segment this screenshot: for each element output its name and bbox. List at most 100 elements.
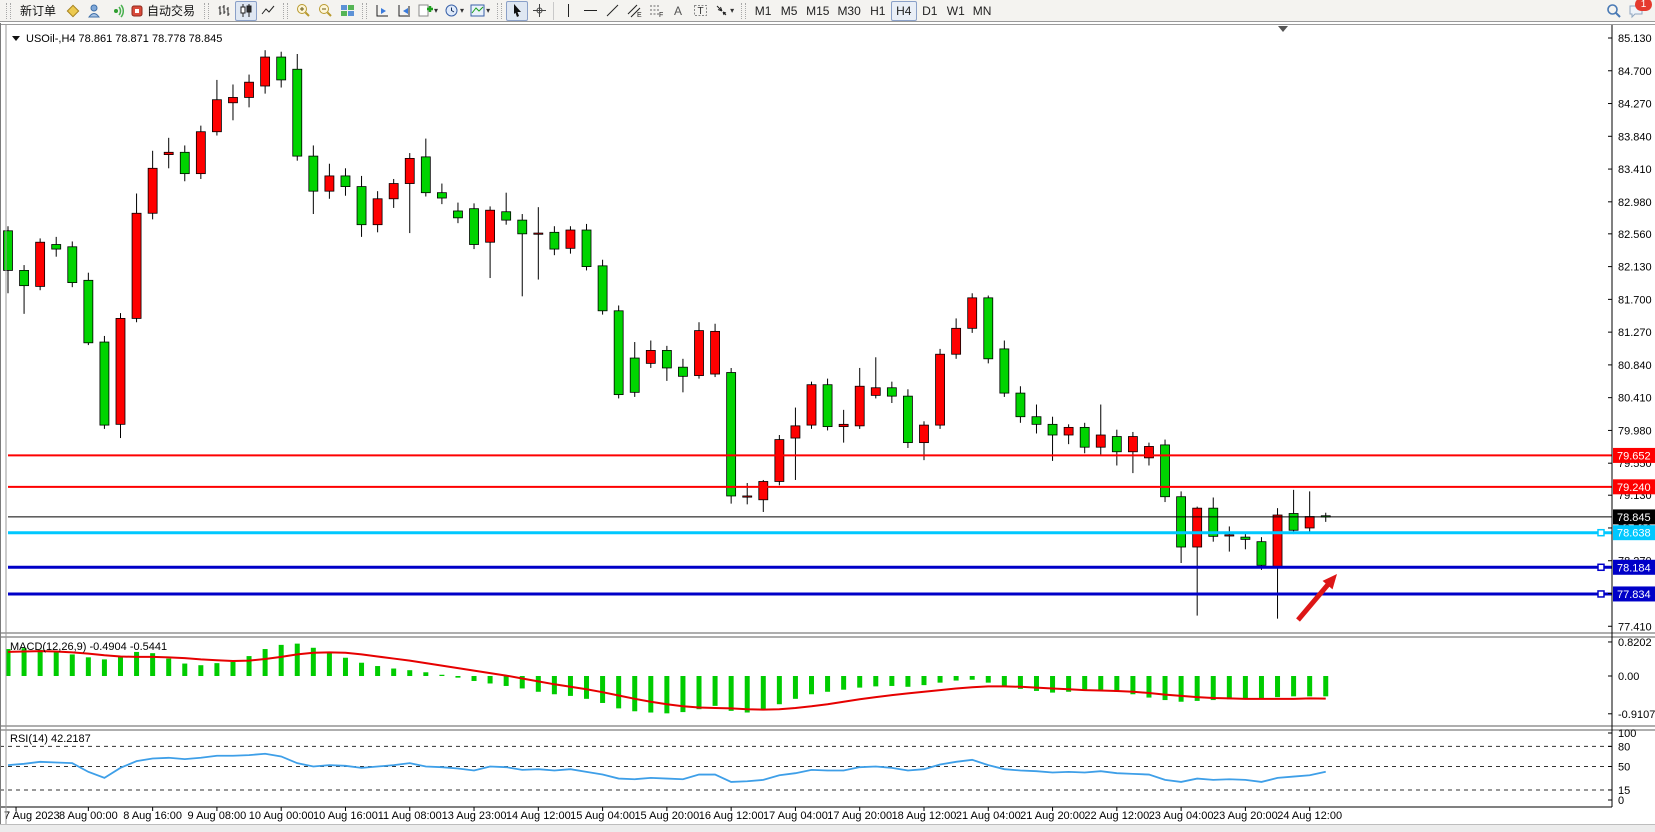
vertical-line-icon: [561, 3, 576, 18]
date-tick-label: 15 Aug 04:00: [570, 810, 635, 822]
price-tag-78.184: 78.184: [1613, 560, 1655, 575]
toolbar-grip[interactable]: [741, 3, 746, 19]
arrows-tool-button[interactable]: ▾: [711, 1, 737, 21]
new-order-button[interactable]: 新订单: [15, 1, 61, 21]
toolbar-grip[interactable]: [497, 3, 502, 19]
chart-area[interactable]: 85.13084.70084.27083.84083.41082.98082.5…: [0, 0, 1655, 832]
macd-bar: [279, 645, 284, 676]
search-button[interactable]: [1603, 1, 1625, 21]
candle: [775, 435, 784, 485]
timeframe-m30[interactable]: M30: [833, 1, 864, 21]
candle: [727, 368, 736, 504]
macd-bar: [921, 676, 926, 685]
autotrading-button[interactable]: 自动交易: [127, 1, 200, 21]
search-icon: [1606, 3, 1622, 19]
macd-bar: [504, 676, 509, 686]
macd-bar: [1211, 676, 1216, 700]
svg-text:81.700: 81.700: [1618, 294, 1652, 306]
zoom-in-icon: [296, 3, 311, 18]
crosshair-tool-button[interactable]: [528, 1, 550, 21]
zoom-in-button[interactable]: [292, 1, 314, 21]
candle: [470, 203, 479, 249]
date-axis[interactable]: 7 Aug 20238 Aug 00:008 Aug 16:009 Aug 08…: [4, 807, 1342, 822]
candle: [116, 313, 125, 438]
periods-button[interactable]: ▾: [441, 1, 467, 21]
svg-text:83.840: 83.840: [1618, 131, 1652, 143]
fibonacci-tool-button[interactable]: F: [645, 1, 667, 21]
macd-bar: [343, 658, 348, 676]
bar-chart-button[interactable]: [213, 1, 235, 21]
add-indicator-icon: [418, 3, 433, 18]
line-chart-button[interactable]: [257, 1, 279, 21]
toolbar-grip[interactable]: [204, 3, 209, 19]
timeframe-m15[interactable]: M15: [802, 1, 833, 21]
macd-bar: [247, 656, 252, 676]
autotrading-label: 自动交易: [145, 2, 197, 19]
terminal-window: 新订单 自动交易: [0, 0, 1655, 832]
svg-text:78.184: 78.184: [1617, 562, 1651, 574]
macd-bar: [455, 676, 460, 678]
macd-bar: [488, 676, 493, 683]
hline-handle[interactable]: [1598, 530, 1604, 536]
symbol-info: USOil-,H4 78.861 78.871 78.778 78.845: [12, 33, 222, 45]
price-tag-77.834: 77.834: [1613, 586, 1655, 601]
toolbar-grip[interactable]: [362, 3, 367, 19]
templates-button[interactable]: ▾: [467, 1, 493, 21]
tile-windows-button[interactable]: [336, 1, 358, 21]
macd-bar: [841, 676, 846, 690]
price-tag-79.652: 79.652: [1613, 448, 1655, 463]
hline-handle[interactable]: [1598, 564, 1604, 570]
macd-bar: [664, 676, 669, 713]
chat-button[interactable]: 1: [1625, 1, 1647, 21]
macd-bar: [648, 676, 653, 713]
macd-bar: [1146, 676, 1151, 698]
hline-handle[interactable]: [1598, 591, 1604, 597]
candlestick-chart-button[interactable]: [235, 1, 257, 21]
candle: [823, 379, 832, 431]
trendline-tool-button[interactable]: [601, 1, 623, 21]
toolbar-grip[interactable]: [283, 3, 288, 19]
macd-bar: [536, 676, 541, 692]
arrows-shapes-icon: [714, 3, 729, 18]
cursor-tool-button[interactable]: [506, 1, 528, 21]
svg-text:80.410: 80.410: [1618, 393, 1652, 405]
timeframe-h4[interactable]: H4: [891, 1, 917, 21]
terminal-button[interactable]: [83, 1, 105, 21]
date-tick-label: 16 Aug 12:00: [699, 810, 764, 822]
toolbar-grip[interactable]: [6, 3, 11, 19]
clock-icon: [444, 3, 459, 18]
auto-scroll-button[interactable]: [371, 1, 393, 21]
macd-bar: [1323, 676, 1328, 696]
candlestick-icon: [239, 3, 254, 18]
text-tool-button[interactable]: A: [667, 1, 689, 21]
macd-bar: [1050, 676, 1055, 693]
mql-market-button[interactable]: [61, 1, 83, 21]
candle: [984, 296, 993, 364]
zoom-out-icon: [318, 3, 333, 18]
timeframe-h1[interactable]: H1: [865, 1, 891, 21]
indicators-button[interactable]: ▾: [415, 1, 441, 21]
signals-button[interactable]: [105, 1, 127, 21]
dropdown-caret-icon: ▾: [730, 6, 734, 15]
vertical-line-tool-button[interactable]: [557, 1, 579, 21]
chart-shift-button[interactable]: [393, 1, 415, 21]
window-bottom-edge[interactable]: [0, 824, 1655, 832]
macd-bar: [600, 676, 605, 703]
date-tick-label: 9 Aug 08:00: [188, 810, 247, 822]
timeframe-w1[interactable]: W1: [943, 1, 969, 21]
text-label-tool-button[interactable]: T: [689, 1, 711, 21]
macd-bar: [70, 654, 75, 676]
macd-bar: [825, 676, 830, 692]
macd-label: MACD(12,26,9) -0.4904 -0.5441: [10, 641, 167, 653]
timeframe-mn[interactable]: MN: [969, 1, 996, 21]
chart-shift-icon: [397, 3, 412, 18]
equidistant-channel-tool-button[interactable]: E: [623, 1, 645, 21]
timeframe-m1[interactable]: M1: [750, 1, 776, 21]
candle: [293, 54, 302, 161]
svg-text:82.130: 82.130: [1618, 262, 1652, 274]
horizontal-line-tool-button[interactable]: [579, 1, 601, 21]
timeframe-m5[interactable]: M5: [776, 1, 802, 21]
macd-bar: [745, 676, 750, 713]
timeframe-d1[interactable]: D1: [917, 1, 943, 21]
zoom-out-button[interactable]: [314, 1, 336, 21]
